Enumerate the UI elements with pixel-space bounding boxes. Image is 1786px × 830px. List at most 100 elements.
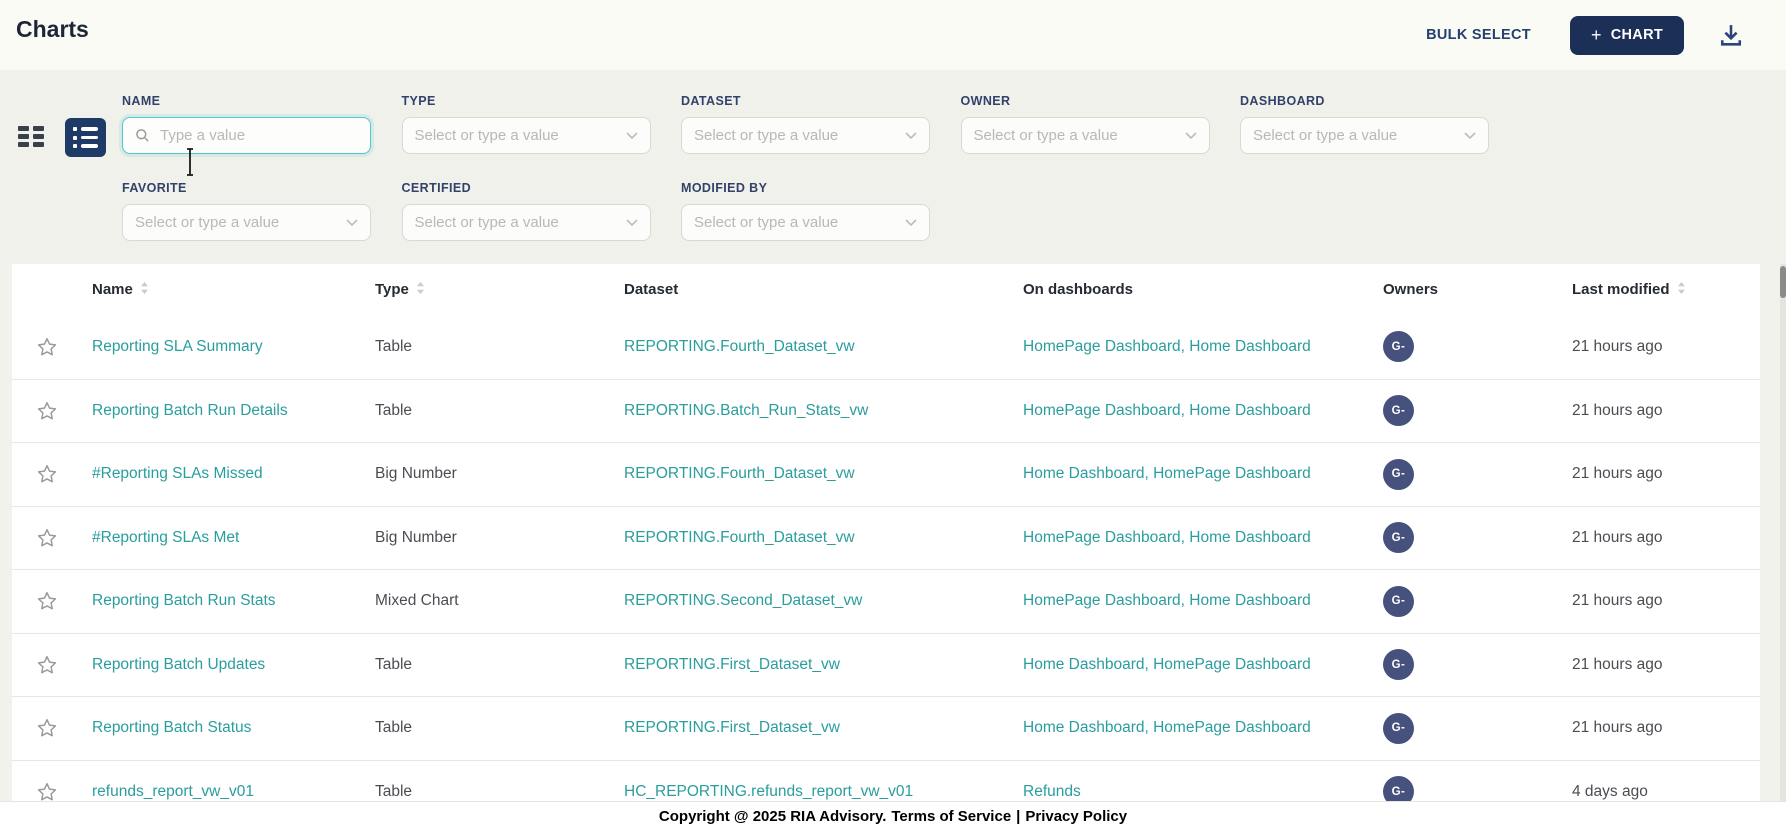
chart-name-link[interactable]: Reporting Batch Run Details [92, 402, 363, 420]
type-select[interactable]: Select or type a value [402, 117, 651, 154]
dataset-link[interactable]: REPORTING.Fourth_Dataset_vw [624, 529, 1011, 547]
last-modified-cell: 21 hours ago [1572, 338, 1663, 355]
select-placeholder: Select or type a value [1253, 127, 1456, 144]
chevron-down-icon [346, 219, 358, 227]
chart-name-link[interactable]: #Reporting SLAs Met [92, 529, 363, 547]
dataset-link[interactable]: REPORTING.Fourth_Dataset_vw [624, 338, 1011, 356]
chart-name-link[interactable]: refunds_report_vw_v01 [92, 783, 363, 801]
last-modified-cell: 21 hours ago [1572, 529, 1663, 546]
dataset-link[interactable]: REPORTING.Second_Dataset_vw [624, 592, 1011, 610]
filter-favorite: FAVORITESelect or type a value [122, 181, 371, 241]
modified-by-select[interactable]: Select or type a value [681, 204, 930, 241]
dataset-link[interactable]: REPORTING.First_Dataset_vw [624, 719, 1011, 737]
plus-icon: + [1591, 26, 1602, 44]
favorite-star-button[interactable] [36, 717, 58, 739]
column-header-last-modified[interactable]: Last modified [1560, 281, 1760, 299]
favorite-star-button[interactable] [36, 400, 58, 422]
favorite-star-button[interactable] [36, 654, 58, 676]
chart-type-cell: Table [375, 719, 412, 736]
filter-certified: CERTIFIEDSelect or type a value [402, 181, 651, 241]
name-search-input[interactable] [122, 117, 371, 154]
last-modified-cell: 21 hours ago [1572, 656, 1663, 673]
card-view-button[interactable] [18, 126, 46, 150]
bulk-select-button[interactable]: BULK SELECT [1420, 26, 1537, 44]
table-row: Reporting Batch Updates Table REPORTING.Fi… [12, 633, 1760, 697]
chart-name-link[interactable]: Reporting Batch Updates [92, 656, 363, 674]
favorite-select[interactable]: Select or type a value [122, 204, 371, 241]
chart-type-cell: Mixed Chart [375, 592, 459, 609]
filter-dashboard: DASHBOARDSelect or type a value [1240, 94, 1489, 154]
select-placeholder: Select or type a value [974, 127, 1177, 144]
favorite-star-button[interactable] [36, 590, 58, 612]
owner-avatar: G- [1383, 586, 1414, 617]
privacy-policy-link[interactable]: Privacy Policy [1025, 808, 1127, 825]
sort-icon [140, 281, 149, 299]
select-placeholder: Select or type a value [415, 214, 618, 231]
dashboards-link[interactable]: Home Dashboard, HomePage Dashboard [1023, 465, 1371, 483]
column-header-name[interactable]: Name [80, 281, 363, 299]
filter-dataset: DATASET Select or type a value [681, 94, 930, 154]
last-modified-cell: 4 days ago [1572, 783, 1648, 800]
download-button[interactable] [1717, 21, 1745, 49]
chart-type-cell: Big Number [375, 529, 457, 546]
filter-name: NAME [122, 94, 371, 154]
dashboards-link[interactable]: Home Dashboard, HomePage Dashboard [1023, 719, 1371, 737]
dataset-select[interactable]: Select or type a value [681, 117, 930, 154]
favorite-star-button[interactable] [36, 463, 58, 485]
chart-name-link[interactable]: #Reporting SLAs Missed [92, 465, 363, 483]
filter-owner: OWNERSelect or type a value [961, 94, 1210, 154]
dashboards-link[interactable]: HomePage Dashboard, Home Dashboard [1023, 529, 1371, 547]
dashboards-link[interactable]: HomePage Dashboard, Home Dashboard [1023, 592, 1371, 610]
terms-of-service-link[interactable]: Terms of Service [891, 808, 1011, 825]
favorite-star-button[interactable] [36, 336, 58, 358]
dataset-link[interactable]: REPORTING.Fourth_Dataset_vw [624, 465, 1011, 483]
dataset-link[interactable]: HC_REPORTING.refunds_report_vw_v01 [624, 783, 1011, 801]
select-placeholder: Select or type a value [694, 214, 897, 231]
dashboards-link[interactable]: Refunds [1023, 783, 1371, 801]
dataset-link[interactable]: REPORTING.Batch_Run_Stats_vw [624, 402, 1011, 420]
filter-label: MODIFIED BY [681, 181, 930, 195]
dashboards-link[interactable]: HomePage Dashboard, Home Dashboard [1023, 338, 1371, 356]
chevron-down-icon [626, 132, 638, 140]
dataset-link[interactable]: REPORTING.First_Dataset_vw [624, 656, 1011, 674]
owner-select[interactable]: Select or type a value [961, 117, 1210, 154]
filter-section: NAME TYPE Select or type a value DATASET Sel… [0, 70, 1786, 264]
chart-name-link[interactable]: Reporting Batch Status [92, 719, 363, 737]
select-placeholder: Select or type a value [415, 127, 618, 144]
copyright-text: Copyright @ 2025 RIA Advisory. [659, 808, 886, 825]
chart-name-link[interactable]: Reporting SLA Summary [92, 338, 363, 356]
select-placeholder: Select or type a value [135, 214, 338, 231]
table-header-row: Name Type Dataset On dashboards Owners L… [12, 264, 1760, 315]
chart-type-cell: Table [375, 656, 412, 673]
grid-icon [18, 126, 29, 131]
last-modified-cell: 21 hours ago [1572, 465, 1663, 482]
chart-name-link[interactable]: Reporting Batch Run Stats [92, 592, 363, 610]
favorite-star-button[interactable] [36, 527, 58, 549]
list-view-button[interactable] [65, 118, 106, 157]
name-input-field[interactable] [158, 126, 358, 145]
owner-avatar: G- [1383, 649, 1414, 680]
star-icon [36, 463, 58, 485]
chevron-down-icon [905, 132, 917, 140]
dashboard-select[interactable]: Select or type a value [1240, 117, 1489, 154]
scrollbar-track [1780, 264, 1786, 801]
dashboards-link[interactable]: HomePage Dashboard, Home Dashboard [1023, 402, 1371, 420]
footer: Copyright @ 2025 RIA Advisory. Terms of … [0, 801, 1786, 830]
scrollbar-thumb[interactable] [1780, 266, 1786, 298]
owner-avatar: G- [1383, 522, 1414, 553]
add-chart-button[interactable]: + CHART [1570, 16, 1684, 55]
table-row: Reporting Batch Run Stats Mixed Chart REPO… [12, 569, 1760, 633]
page-title: Charts [16, 16, 89, 43]
filter-label: DATASET [681, 94, 930, 108]
top-header-bar: Charts BULK SELECT + CHART [0, 0, 1786, 70]
chevron-down-icon [1464, 132, 1476, 140]
filter-label: NAME [122, 94, 371, 108]
column-header-type[interactable]: Type [363, 281, 612, 299]
top-actions: BULK SELECT + CHART [1420, 0, 1745, 70]
last-modified-cell: 21 hours ago [1572, 719, 1663, 736]
favorite-star-button[interactable] [36, 781, 58, 801]
dashboards-link[interactable]: Home Dashboard, HomePage Dashboard [1023, 656, 1371, 674]
column-header-owners: Owners [1371, 281, 1560, 298]
certified-select[interactable]: Select or type a value [402, 204, 651, 241]
filter-label: TYPE [402, 94, 651, 108]
